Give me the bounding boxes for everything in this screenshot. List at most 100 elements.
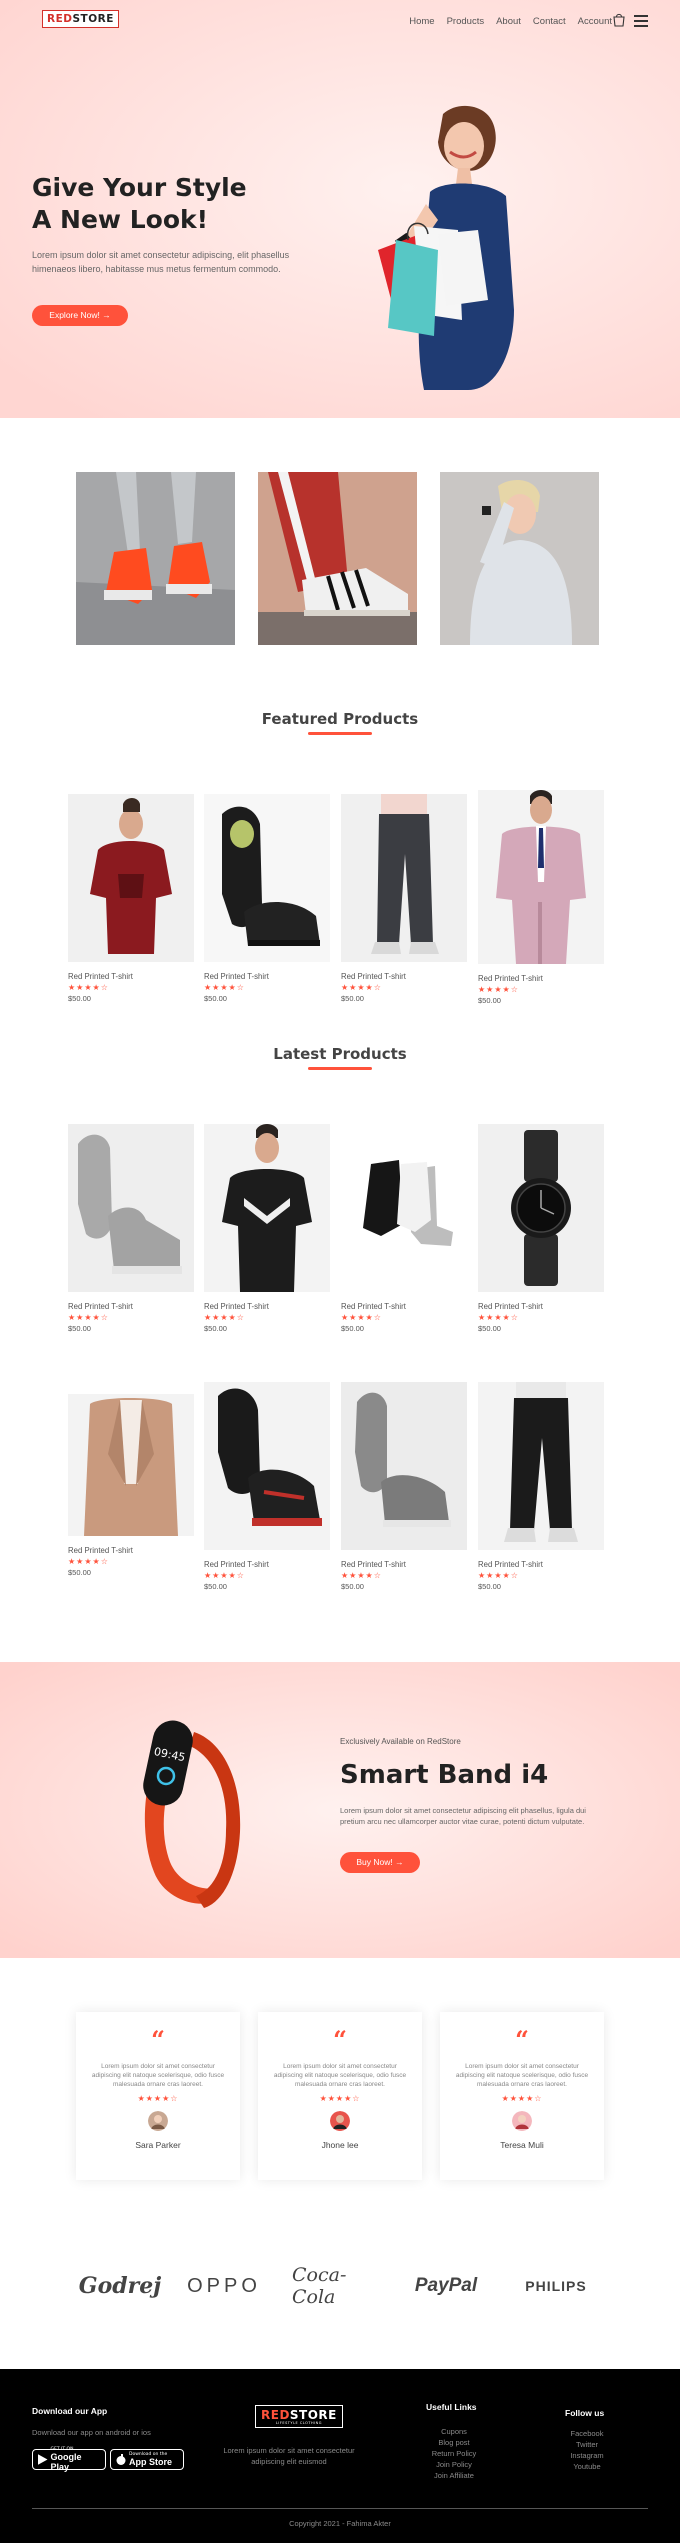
testimonial-text: Lorem ipsum dolor sit amet consectetur a… (273, 2063, 407, 2088)
offer-text: Lorem ipsum dolor sit amet consectetur a… (340, 1806, 586, 1826)
star-rating: ★★★★☆ (68, 1557, 109, 1566)
hero-section: REDSTORE Home Products About Contact Acc… (0, 0, 680, 418)
star-rating: ★★★★☆ (204, 983, 245, 992)
link-blog-post[interactable]: Blog post (416, 2437, 492, 2448)
category-shoes-image[interactable] (76, 472, 235, 645)
product-name[interactable]: Red Printed T-shirt (478, 1560, 604, 1569)
link-youtube[interactable]: Youtube (552, 2461, 622, 2472)
copyright: Copyright 2021 - Fahima Akter (289, 2519, 391, 2528)
product-card[interactable]: Red Printed T-shirt ★★★★☆ $50.00 (478, 790, 604, 1005)
offer-section: 09:45 Exclusively Available on RedStore … (0, 1662, 680, 1958)
link-instagram[interactable]: Instagram (552, 2450, 622, 2461)
nav-about[interactable]: About (496, 16, 521, 27)
star-rating: ★★★★☆ (68, 983, 109, 992)
testimonial-name: Jhone lee (321, 2140, 359, 2150)
product-price: $50.00 (478, 996, 501, 1005)
cart-icon[interactable] (612, 13, 626, 27)
link-join-affiliate[interactable]: Join Affiliate (416, 2470, 492, 2481)
product-image-black-track-pants (478, 1382, 604, 1550)
product-name[interactable]: Red Printed T-shirt (341, 1302, 467, 1311)
quote-icon: “ (333, 2025, 347, 2054)
brand-logo-godrej: Godrej (78, 2273, 162, 2299)
product-card[interactable]: Red Printed T-shirt ★★★★☆ $50.00 (478, 1124, 604, 1333)
link-facebook[interactable]: Facebook (552, 2428, 622, 2439)
footer-logo[interactable]: REDSTORE LIFESTYLE CLOTHING (255, 2405, 343, 2428)
latest-title: Latest Products (273, 1045, 407, 1063)
hero-title-line2: A New Look! (32, 205, 209, 234)
link-return-policy[interactable]: Return Policy (416, 2448, 492, 2459)
menu-icon[interactable] (634, 15, 648, 27)
star-rating: ★★★★☆ (478, 985, 519, 994)
hero-title: Give Your Style A New Look! (32, 172, 332, 236)
product-name[interactable]: Red Printed T-shirt (204, 1302, 330, 1311)
nav-home[interactable]: Home (409, 16, 434, 27)
testimonial-card: “ Lorem ipsum dolor sit amet consectetur… (76, 2012, 240, 2180)
hero-text: Lorem ipsum dolor sit amet consectetur a… (32, 250, 290, 274)
product-card[interactable]: Red Printed T-shirt ★★★★☆ $50.00 (68, 1124, 194, 1333)
buy-now-button[interactable]: Buy Now! → (340, 1852, 420, 1873)
product-card[interactable]: Red Printed T-shirt ★★★★☆ $50.00 (68, 794, 194, 1003)
testimonial-name: Teresa Muli (500, 2140, 544, 2150)
star-rating: ★★★★☆ (319, 2094, 361, 2103)
product-card[interactable]: Red Printed T-shirt ★★★★☆ $50.00 (68, 1394, 194, 1577)
product-image-pink-suit (478, 790, 604, 964)
link-cupons[interactable]: Cupons (416, 2426, 492, 2437)
featured-underline (308, 732, 372, 735)
offer-label: Exclusively Available on RedStore (340, 1737, 461, 1746)
star-rating: ★★★★☆ (341, 1313, 382, 1322)
product-price: $50.00 (204, 994, 227, 1003)
product-name[interactable]: Red Printed T-shirt (204, 1560, 330, 1569)
product-price: $50.00 (204, 1324, 227, 1333)
apple-icon (116, 2454, 126, 2465)
star-rating: ★★★★☆ (501, 2094, 543, 2103)
nav-account[interactable]: Account (578, 16, 612, 27)
product-price: $50.00 (68, 994, 91, 1003)
product-card[interactable]: Red Printed T-shirt ★★★★☆ $50.00 (204, 1124, 330, 1333)
latest-underline (308, 1067, 372, 1070)
star-rating: ★★★★☆ (204, 1571, 245, 1580)
category-sneakers-image[interactable] (258, 472, 417, 645)
testimonial-text: Lorem ipsum dolor sit amet consectetur a… (455, 2063, 589, 2088)
product-name[interactable]: Red Printed T-shirt (341, 1560, 467, 1569)
footer-divider (32, 2508, 648, 2509)
nav-contact[interactable]: Contact (533, 16, 566, 27)
download-title: Download our App (32, 2406, 108, 2416)
brand-logo-coca-cola: Coca-Cola (292, 2264, 347, 2308)
nav-links: Home Products About Contact Account (409, 16, 612, 27)
logo[interactable]: REDSTORE (42, 10, 119, 28)
product-name[interactable]: Red Printed T-shirt (68, 1302, 194, 1311)
product-image-camel-blazer (68, 1394, 194, 1536)
nav-products[interactable]: Products (447, 16, 485, 27)
avatar (512, 2111, 532, 2131)
footer-logo-white: STORE (289, 2408, 337, 2422)
product-card[interactable]: Red Printed T-shirt ★★★★☆ $50.00 (478, 1382, 604, 1591)
product-card[interactable]: Red Printed T-shirt ★★★★☆ $50.00 (204, 794, 330, 1003)
testimonial-card: “ Lorem ipsum dolor sit amet consectetur… (258, 2012, 422, 2180)
product-name[interactable]: Red Printed T-shirt (341, 972, 467, 981)
product-card[interactable]: Red Printed T-shirt ★★★★☆ $50.00 (204, 1382, 330, 1591)
product-price: $50.00 (68, 1324, 91, 1333)
link-join-policy[interactable]: Join Policy (416, 2459, 492, 2470)
logo-dark: STORE (72, 13, 114, 25)
navbar: REDSTORE Home Products About Contact Acc… (32, 10, 652, 34)
footer-logo-red: RED (261, 2408, 290, 2422)
product-name[interactable]: Red Printed T-shirt (478, 1302, 604, 1311)
product-image-black-watch (478, 1124, 604, 1292)
product-name[interactable]: Red Printed T-shirt (204, 972, 330, 981)
offer-title: Smart Band i4 (340, 1760, 549, 1790)
star-rating: ★★★★☆ (137, 2094, 179, 2103)
avatar (330, 2111, 350, 2131)
product-name[interactable]: Red Printed T-shirt (478, 974, 604, 983)
hero-woman-with-bags-image (378, 105, 514, 390)
product-name[interactable]: Red Printed T-shirt (68, 1546, 194, 1555)
google-play-button[interactable]: GET IT ON Google Play (32, 2447, 106, 2472)
product-card[interactable]: Red Printed T-shirt ★★★★☆ $50.00 (341, 1124, 467, 1333)
category-sportswear-image[interactable] (440, 472, 599, 645)
product-card[interactable]: Red Printed T-shirt ★★★★☆ $50.00 (341, 794, 467, 1003)
product-price: $50.00 (341, 1324, 364, 1333)
product-card[interactable]: Red Printed T-shirt ★★★★☆ $50.00 (341, 1382, 467, 1591)
product-name[interactable]: Red Printed T-shirt (68, 972, 194, 981)
app-store-button[interactable]: Download on the App Store (110, 2449, 184, 2470)
explore-button[interactable]: Explore Now! → (32, 305, 128, 326)
link-twitter[interactable]: Twitter (552, 2439, 622, 2450)
